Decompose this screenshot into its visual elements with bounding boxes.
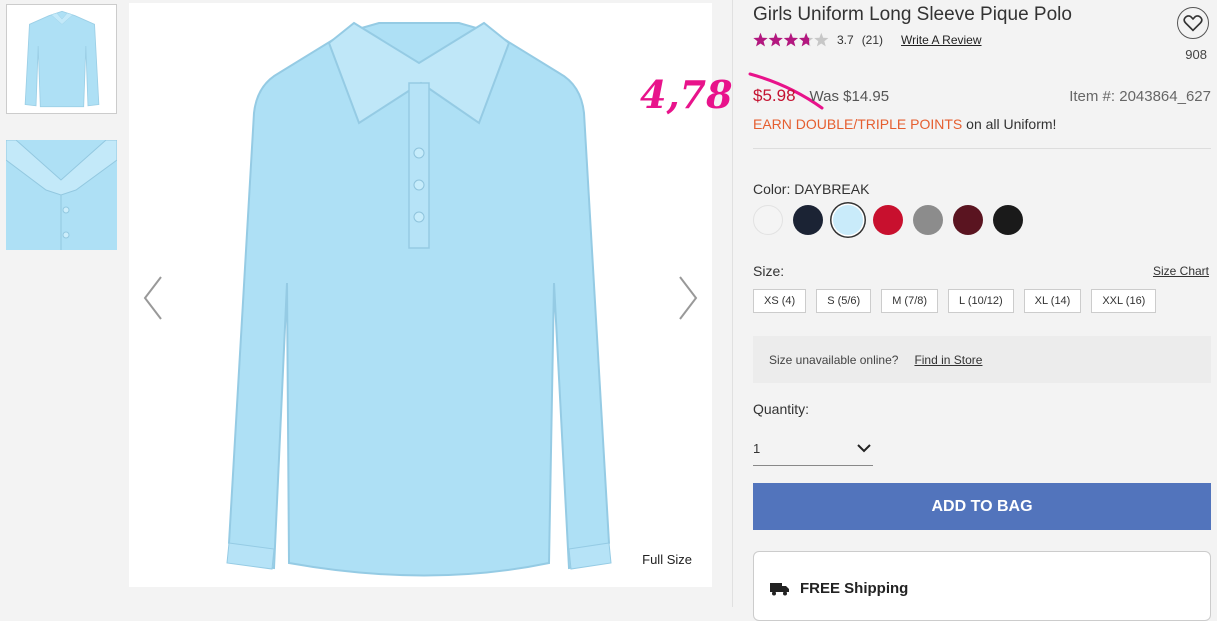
item-number: Item #: 2043864_627 <box>1069 88 1211 105</box>
free-shipping-box: FREE Shipping <box>753 551 1211 621</box>
rating-row: 3.7 (21) Write A Review <box>753 32 990 48</box>
quantity-value: 1 <box>753 441 761 456</box>
thumbnail-closeup[interactable] <box>6 140 117 250</box>
color-swatch-burgundy[interactable] <box>953 205 983 235</box>
color-label: Color: DAYBREAK <box>753 181 869 197</box>
collar-closeup-image <box>6 140 117 250</box>
product-info-panel: Girls Uniform Long Sleeve Pique Polo 908… <box>753 0 1211 621</box>
size-option[interactable]: S (5/6) <box>816 289 872 313</box>
add-to-bag-button[interactable]: ADD TO BAG <box>753 483 1211 530</box>
star-icon <box>783 32 799 47</box>
product-title: Girls Uniform Long Sleeve Pique Polo <box>753 4 1072 25</box>
star-icon <box>814 32 829 47</box>
color-swatch-white[interactable] <box>753 205 783 235</box>
size-options: XS (4) S (5/6) M (7/8) L (10/12) XL (14) XXL … <box>753 289 1166 313</box>
rating-count: (21) <box>861 33 884 47</box>
size-option[interactable]: XXL (16) <box>1091 289 1157 313</box>
thumbnail-strip <box>6 4 117 276</box>
star-rating <box>753 32 829 48</box>
write-review-link[interactable]: Write A Review <box>901 33 981 47</box>
rating-value: 3.7 <box>837 33 854 47</box>
previous-image-arrow[interactable] <box>141 273 165 323</box>
handwritten-price-annotation: 4,78 <box>640 72 733 117</box>
color-swatch-red[interactable] <box>873 205 903 235</box>
size-option[interactable]: L (10/12) <box>948 289 1014 313</box>
color-swatch-black[interactable] <box>993 205 1023 235</box>
truck-icon <box>770 583 789 596</box>
divider <box>753 148 1211 149</box>
size-unavailable-text: Size unavailable online? <box>769 352 899 367</box>
product-main-image[interactable]: Full Size <box>129 3 712 587</box>
size-label: Size: <box>753 263 785 279</box>
selected-color-name: DAYBREAK <box>794 181 870 197</box>
price-row: $5.98 Was $14.95 <box>753 86 889 106</box>
next-image-arrow[interactable] <box>676 273 700 323</box>
color-label-prefix: Color: <box>753 181 795 197</box>
star-icon <box>768 32 783 47</box>
points-text: on all Uniform! <box>962 116 1057 132</box>
color-swatches <box>753 205 1033 235</box>
was-price: Was $14.95 <box>809 88 890 105</box>
find-in-store-link[interactable]: Find in Store <box>914 353 982 367</box>
size-unavailable-box: Size unavailable online? Find in Store <box>753 336 1211 383</box>
size-option[interactable]: XL (14) <box>1023 289 1082 313</box>
quantity-select[interactable]: 1 <box>753 432 873 466</box>
size-option[interactable]: M (7/8) <box>881 289 939 313</box>
color-swatch-navy[interactable] <box>793 205 823 235</box>
chevron-down-icon <box>857 444 871 453</box>
free-shipping-label: FREE Shipping <box>800 580 909 597</box>
star-icons <box>753 32 829 47</box>
polo-shirt-image <box>226 21 612 577</box>
quantity-label: Quantity: <box>753 401 810 417</box>
star-icon <box>753 32 768 47</box>
full-size-link[interactable]: Full Size <box>642 552 692 567</box>
chevron-right-icon <box>679 276 698 320</box>
points-promo: EARN DOUBLE/TRIPLE POINTS on all Uniform… <box>753 116 1056 132</box>
size-option[interactable]: XS (4) <box>753 289 807 313</box>
color-swatch-heather-gray[interactable] <box>913 205 943 235</box>
favorites-count: 908 <box>1185 47 1207 62</box>
points-highlight: EARN DOUBLE/TRIPLE POINTS <box>753 116 963 132</box>
heart-icon <box>1183 15 1203 32</box>
favorite-button[interactable] <box>1177 7 1209 39</box>
sale-price: $5.98 <box>753 86 796 105</box>
shirt-thumbnail-image <box>24 10 99 108</box>
thumbnail-front[interactable] <box>6 4 117 114</box>
size-chart-link[interactable]: Size Chart <box>1153 264 1209 278</box>
chevron-left-icon <box>143 276 162 320</box>
color-swatch-daybreak[interactable] <box>833 205 863 235</box>
